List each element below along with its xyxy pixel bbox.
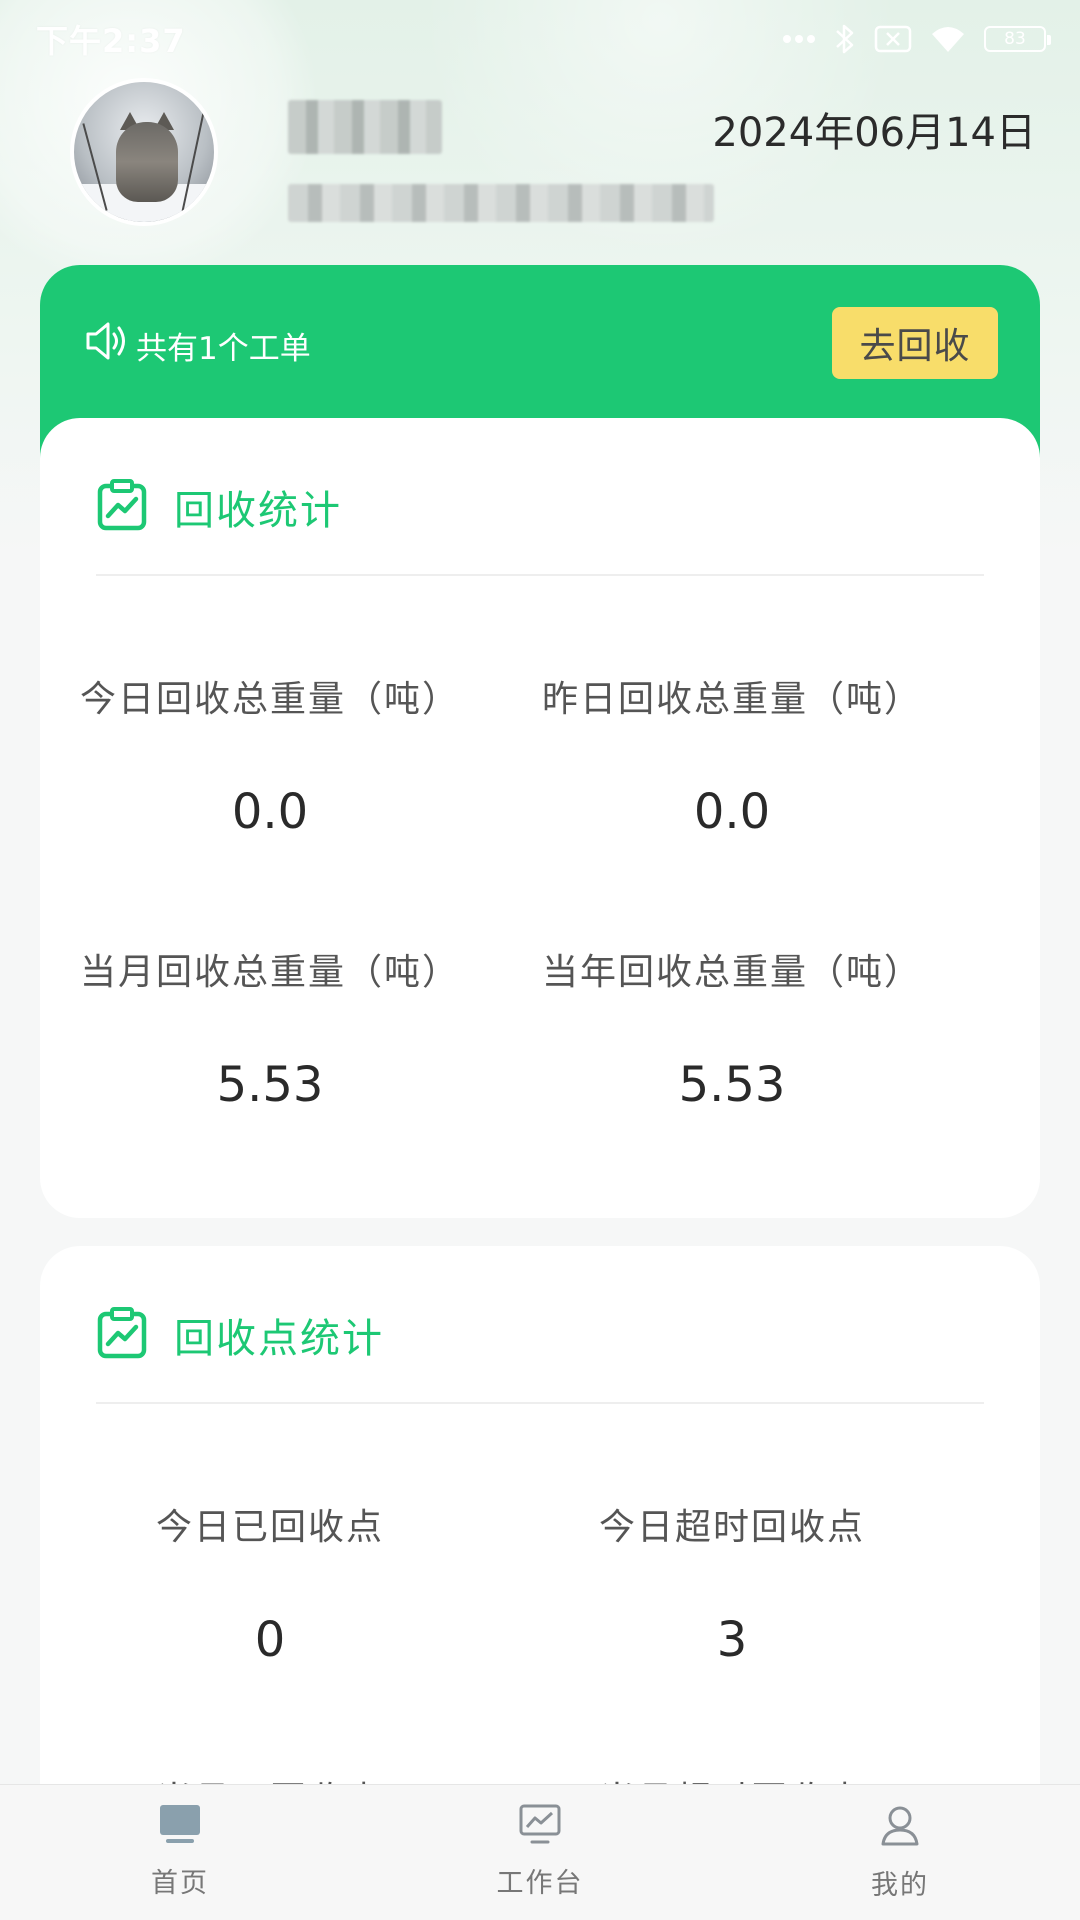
nav-label: 我的 xyxy=(871,1870,929,1901)
stat-yesterday-weight: 昨日回收总重量（吨） 0.0 xyxy=(502,670,962,840)
stat-today-weight: 今日回收总重量（吨） 0.0 xyxy=(40,670,500,840)
user-detail-redacted xyxy=(288,184,714,222)
status-bar: 下午2:37 83 xyxy=(0,0,1080,78)
stat-month-weight: 当月回收总重量（吨） 5.53 xyxy=(40,943,500,1113)
user-icon xyxy=(878,1803,922,1851)
stat-label: 今日已回收点 xyxy=(155,1507,384,1548)
stat-value: 0.0 xyxy=(693,784,771,840)
no-sim-icon xyxy=(874,25,912,53)
battery-level: 83 xyxy=(1004,29,1026,49)
monitor-icon xyxy=(158,1803,202,1849)
stat-label: 当年回收总重量（吨） xyxy=(541,952,922,993)
screen: 下午2:37 83 2024年06月14日 共有1个工单 去回收 回收统计 今日… xyxy=(0,0,1080,1920)
go-recycle-button[interactable]: 去回收 xyxy=(832,307,998,379)
bottom-nav: 首页 工作台 我的 xyxy=(0,1784,1080,1920)
battery-indicator: 83 xyxy=(984,26,1051,52)
stat-today-overdue-points: 今日超时回收点 3 xyxy=(502,1498,962,1668)
clipboard-chart-icon xyxy=(96,1306,148,1364)
stat-value: 5.53 xyxy=(216,1057,324,1113)
current-date: 2024年06月14日 xyxy=(712,110,1036,156)
recycle-stats-header: 回收统计 xyxy=(96,478,342,536)
stat-value: 3 xyxy=(716,1612,748,1668)
nav-item-home[interactable]: 首页 xyxy=(0,1785,360,1920)
divider xyxy=(96,1402,984,1404)
more-dots-icon xyxy=(782,34,816,44)
chart-board-icon xyxy=(518,1803,562,1849)
stat-today-collected-points: 今日已回收点 0 xyxy=(40,1498,500,1668)
status-time: 下午2:37 xyxy=(36,22,186,60)
recycle-stats-title: 回收统计 xyxy=(174,488,342,534)
recycle-point-stats-header: 回收点统计 xyxy=(96,1306,384,1364)
divider xyxy=(96,574,984,576)
nav-item-mine[interactable]: 我的 xyxy=(720,1785,1080,1920)
clipboard-chart-icon xyxy=(96,478,148,536)
stat-value: 0.0 xyxy=(231,784,309,840)
nav-item-workbench[interactable]: 工作台 xyxy=(360,1785,720,1920)
stat-label: 今日回收总重量（吨） xyxy=(79,679,460,720)
recycle-stats-card: 回收统计 今日回收总重量（吨） 0.0 昨日回收总重量（吨） 0.0 当月回收总… xyxy=(40,418,1040,1218)
status-icons: 83 xyxy=(782,22,1051,56)
stat-label: 今日超时回收点 xyxy=(598,1507,865,1548)
stat-label: 当月回收总重量（吨） xyxy=(79,952,460,993)
work-order-notice[interactable]: 共有1个工单 xyxy=(84,319,311,371)
stat-label: 昨日回收总重量（吨） xyxy=(541,679,922,720)
bluetooth-icon xyxy=(834,22,856,56)
wifi-icon xyxy=(930,24,966,54)
stat-year-weight: 当年回收总重量（吨） 5.53 xyxy=(502,943,962,1113)
recycle-point-stats-title: 回收点统计 xyxy=(174,1316,384,1362)
nav-label: 首页 xyxy=(151,1868,209,1899)
stat-value: 5.53 xyxy=(678,1057,786,1113)
stat-value: 0 xyxy=(254,1612,286,1668)
nav-label: 工作台 xyxy=(496,1868,584,1899)
user-name-redacted xyxy=(288,100,442,154)
work-order-count-text: 共有1个工单 xyxy=(136,330,311,367)
speaker-icon xyxy=(84,319,130,371)
avatar[interactable] xyxy=(70,78,218,226)
